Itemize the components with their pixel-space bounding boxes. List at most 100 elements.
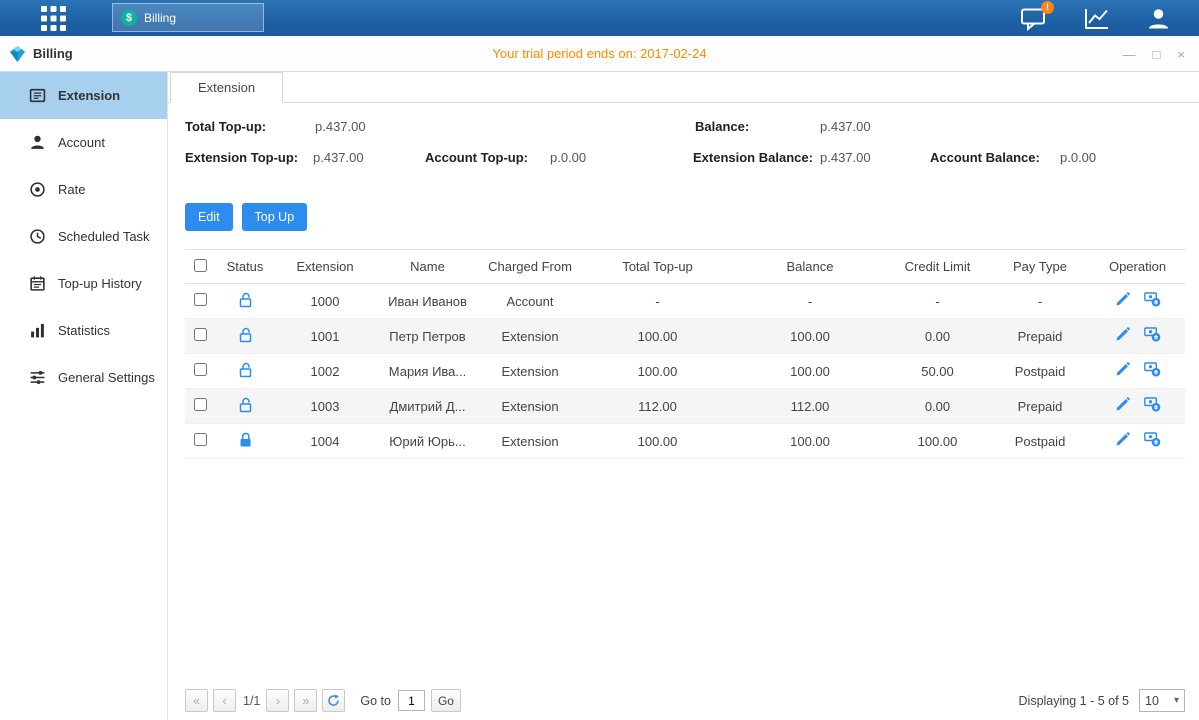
- topbar-actions: !: [1020, 0, 1171, 36]
- sidebar-item-rate[interactable]: Rate: [0, 166, 167, 213]
- column-header-credit-limit: Credit Limit: [885, 250, 990, 284]
- messages-icon[interactable]: !: [1020, 6, 1047, 31]
- column-header-charged-from: Charged From: [480, 250, 580, 284]
- go-button[interactable]: Go: [431, 689, 461, 712]
- name-cell: Иван Иванов: [375, 284, 480, 319]
- charged-from-cell: Extension: [480, 354, 580, 389]
- window-controls: — □ ×: [1123, 36, 1185, 72]
- account-balance-value: p.0.00: [1060, 150, 1096, 165]
- total-topup-cell: 100.00: [580, 424, 735, 459]
- total-topup-cell: 112.00: [580, 389, 735, 424]
- edit-icon[interactable]: [1115, 432, 1130, 447]
- reports-chart-icon[interactable]: [1083, 6, 1110, 31]
- extension-topup-value: p.437.00: [313, 150, 364, 165]
- sidebar-item-label: Top-up History: [58, 276, 142, 291]
- name-cell: Петр Петров: [375, 319, 480, 354]
- sidebar-item-statistics[interactable]: Statistics: [0, 307, 167, 354]
- topup-icon[interactable]: [1144, 327, 1161, 342]
- apps-grid-icon[interactable]: [40, 5, 67, 32]
- extension-topup-label: Extension Top-up:: [185, 150, 298, 165]
- account-topup-label: Account Top-up:: [425, 150, 528, 165]
- bar-chart-icon: [29, 322, 47, 339]
- credit-limit-cell: 100.00: [885, 424, 990, 459]
- row-checkbox[interactable]: [194, 433, 207, 446]
- pay-type-cell: Postpaid: [990, 424, 1090, 459]
- refresh-button[interactable]: [322, 689, 345, 712]
- clock-icon: [29, 228, 47, 245]
- total-topup-cell: 100.00: [580, 319, 735, 354]
- sidebar-item-topup-history[interactable]: Top-up History: [0, 260, 167, 307]
- sidebar: Extension Account Rate Scheduled Task: [0, 72, 168, 720]
- pagination-right: Displaying 1 - 5 of 5 10 ▾: [1019, 689, 1185, 712]
- topup-icon[interactable]: [1144, 292, 1161, 307]
- operation-cell: [1090, 284, 1185, 319]
- table-row: 1004Юрий Юрь...Extension100.00100.00100.…: [185, 424, 1185, 459]
- sidebar-item-extension[interactable]: Extension: [0, 72, 167, 119]
- table-row: 1000Иван ИвановAccount----: [185, 284, 1185, 319]
- row-checkbox[interactable]: [194, 363, 207, 376]
- tab-extension[interactable]: Extension: [170, 72, 283, 103]
- sidebar-item-scheduled-task[interactable]: Scheduled Task: [0, 213, 167, 260]
- sidebar-item-account[interactable]: Account: [0, 119, 167, 166]
- goto-page-input[interactable]: [398, 690, 425, 711]
- status-cell: [215, 424, 275, 459]
- pay-type-cell: -: [990, 284, 1090, 319]
- sidebar-item-label: Rate: [58, 182, 85, 197]
- topbar: $ Billing !: [0, 0, 1199, 36]
- billing-gem-icon: [9, 46, 26, 62]
- maximize-button[interactable]: □: [1153, 47, 1161, 62]
- edit-icon[interactable]: [1115, 327, 1130, 342]
- row-checkbox[interactable]: [194, 293, 207, 306]
- name-cell: Юрий Юрь...: [375, 424, 480, 459]
- prev-page-button[interactable]: ‹: [213, 689, 236, 712]
- billing-app-window: $ Billing !: [0, 0, 1199, 720]
- topup-icon[interactable]: [1144, 432, 1161, 447]
- page-size-select[interactable]: 10 ▾: [1139, 689, 1185, 712]
- sidebar-item-general-settings[interactable]: General Settings: [0, 354, 167, 401]
- edit-button[interactable]: Edit: [185, 203, 233, 231]
- column-header-balance: Balance: [735, 250, 885, 284]
- edit-icon[interactable]: [1115, 362, 1130, 377]
- minimize-button[interactable]: —: [1123, 47, 1136, 62]
- edit-icon[interactable]: [1115, 292, 1130, 307]
- close-button[interactable]: ×: [1177, 47, 1185, 62]
- sidebar-item-label: Extension: [58, 88, 120, 103]
- table-row: 1003Дмитрий Д...Extension112.00112.000.0…: [185, 389, 1185, 424]
- topup-icon[interactable]: [1144, 362, 1161, 377]
- app-body: Extension Account Rate Scheduled Task: [0, 72, 1199, 720]
- person-icon: [29, 134, 47, 151]
- column-header-name: Name: [375, 250, 480, 284]
- edit-icon[interactable]: [1115, 397, 1130, 412]
- balance-label: Balance:: [695, 119, 749, 134]
- notification-badge: !: [1041, 1, 1054, 14]
- status-cell: [215, 354, 275, 389]
- credit-limit-cell: 0.00: [885, 319, 990, 354]
- extension-cell: 1004: [275, 424, 375, 459]
- balance-cell: -: [735, 284, 885, 319]
- dollar-icon: $: [121, 10, 137, 26]
- name-cell: Дмитрий Д...: [375, 389, 480, 424]
- top-up-button[interactable]: Top Up: [242, 203, 308, 231]
- row-checkbox[interactable]: [194, 328, 207, 341]
- topup-icon[interactable]: [1144, 397, 1161, 412]
- next-page-button[interactable]: ›: [266, 689, 289, 712]
- locked-icon: [238, 432, 253, 448]
- first-page-button[interactable]: «: [185, 689, 208, 712]
- titlebar: Billing Your trial period ends on: 2017-…: [0, 36, 1199, 72]
- pay-type-cell: Prepaid: [990, 389, 1090, 424]
- summary-panel: Total Top-up: p.437.00 Balance: p.437.00…: [168, 119, 1199, 185]
- credit-limit-cell: 50.00: [885, 354, 990, 389]
- status-cell: [215, 389, 275, 424]
- row-checkbox[interactable]: [194, 398, 207, 411]
- last-page-button[interactable]: »: [294, 689, 317, 712]
- topbar-tab-billing[interactable]: $ Billing: [112, 3, 264, 32]
- table-row: 1001Петр ПетровExtension100.00100.000.00…: [185, 319, 1185, 354]
- extension-card-icon: [29, 87, 47, 104]
- tabstrip: Extension: [168, 72, 1199, 103]
- page-indicator: 1/1: [243, 694, 260, 708]
- select-all-checkbox[interactable]: [194, 259, 207, 272]
- charged-from-cell: Account: [480, 284, 580, 319]
- extension-balance-value: p.437.00: [820, 150, 871, 165]
- user-icon[interactable]: [1146, 6, 1171, 31]
- unlocked-icon: [238, 327, 253, 343]
